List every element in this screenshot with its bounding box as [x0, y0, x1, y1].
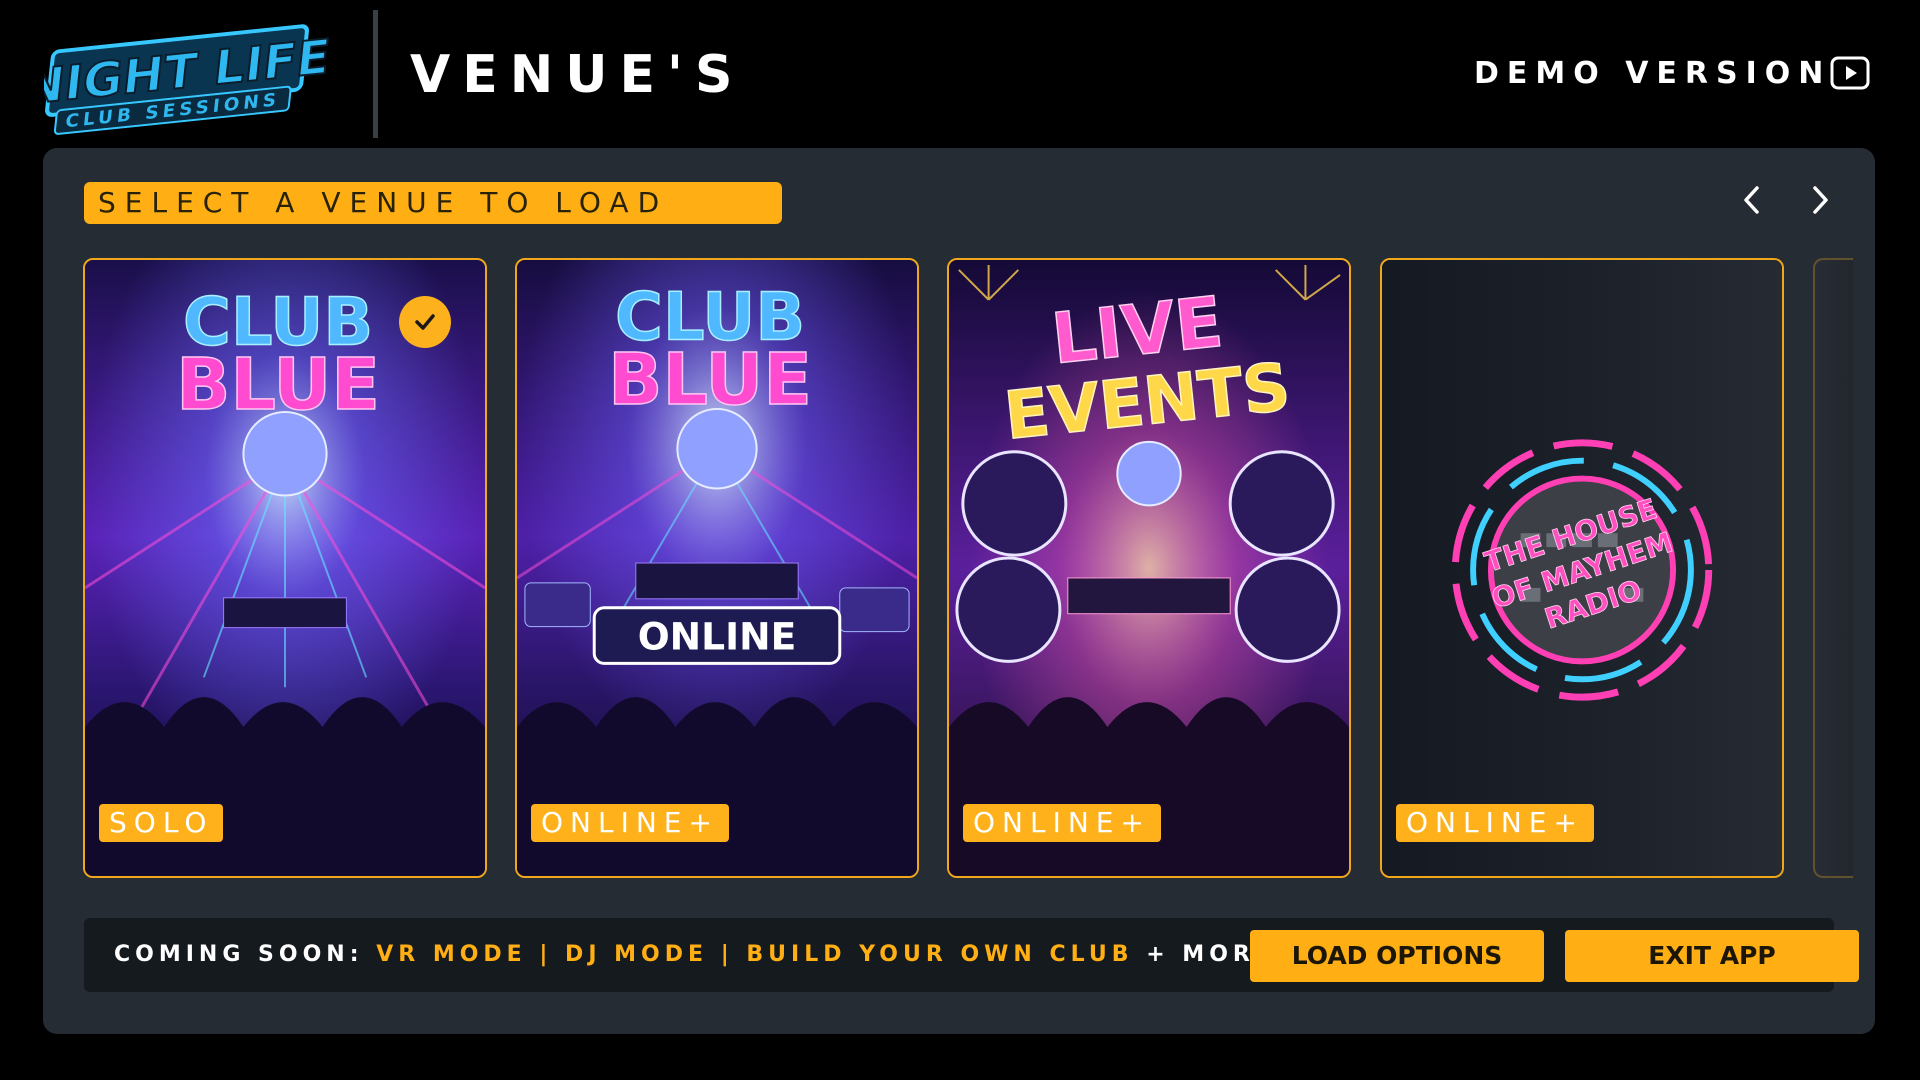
coming-soon-text: COMING SOON: VR MODE | DJ MODE | BUILD Y… — [114, 942, 1290, 967]
venue-card-house-of-mayhem-radio[interactable]: THE HOUSE OF MAYHEM RADIO ONLINE+ — [1380, 258, 1784, 878]
mode-badge: ONLINE+ — [963, 804, 1161, 842]
chevron-right-icon[interactable] — [1798, 178, 1842, 222]
night-life-logo: NIGHT LIFE CLUB SESSIONS — [20, 18, 344, 136]
house-of-mayhem-artwork: THE HOUSE OF MAYHEM RADIO — [1382, 260, 1782, 876]
mode-badge: ONLINE+ — [1396, 804, 1594, 842]
card-subtitle: ONLINE — [638, 614, 797, 658]
club-blue-online-artwork: CLUB BLUE ONLINE — [517, 260, 917, 876]
select-venue-banner: SELECT A VENUE TO LOAD — [84, 182, 782, 224]
venue-panel: SELECT A VENUE TO LOAD CLUB BLUE SOLO CL… — [43, 148, 1875, 1034]
coming-soon-label: COMING SOON: — [114, 942, 364, 967]
mode-badge: SOLO — [99, 804, 224, 842]
venue-card-live-events[interactable]: LIVE EVENTS ONLINE+ — [947, 258, 1351, 878]
exit-app-button[interactable]: EXIT APP — [1565, 930, 1859, 982]
page-title: VENUE'S — [410, 45, 745, 105]
next-venue-card-peek[interactable] — [1813, 258, 1853, 878]
chevron-left-icon[interactable] — [1730, 178, 1774, 222]
card-title-line2: BLUE — [608, 338, 812, 421]
coming-soon-items: VR MODE | DJ MODE | BUILD YOUR OWN CLUB — [376, 942, 1134, 967]
mode-badge: ONLINE+ — [531, 804, 729, 842]
card-title-line2: BLUE — [176, 343, 380, 426]
load-options-button[interactable]: LOAD OPTIONS — [1250, 930, 1544, 982]
live-events-artwork: LIVE EVENTS — [949, 260, 1349, 876]
demo-version-label: DEMO VERSION — [1474, 56, 1832, 91]
check-icon — [399, 296, 451, 348]
venue-card-club-blue-solo[interactable]: CLUB BLUE SOLO — [83, 258, 487, 878]
footer-bar: COMING SOON: VR MODE | DJ MODE | BUILD Y… — [84, 918, 1859, 992]
play-icon[interactable] — [1830, 55, 1870, 91]
club-blue-artwork: CLUB BLUE — [85, 260, 485, 876]
venue-card-club-blue-online[interactable]: CLUB BLUE ONLINE ONLINE+ — [515, 258, 919, 878]
header-divider — [373, 10, 378, 138]
